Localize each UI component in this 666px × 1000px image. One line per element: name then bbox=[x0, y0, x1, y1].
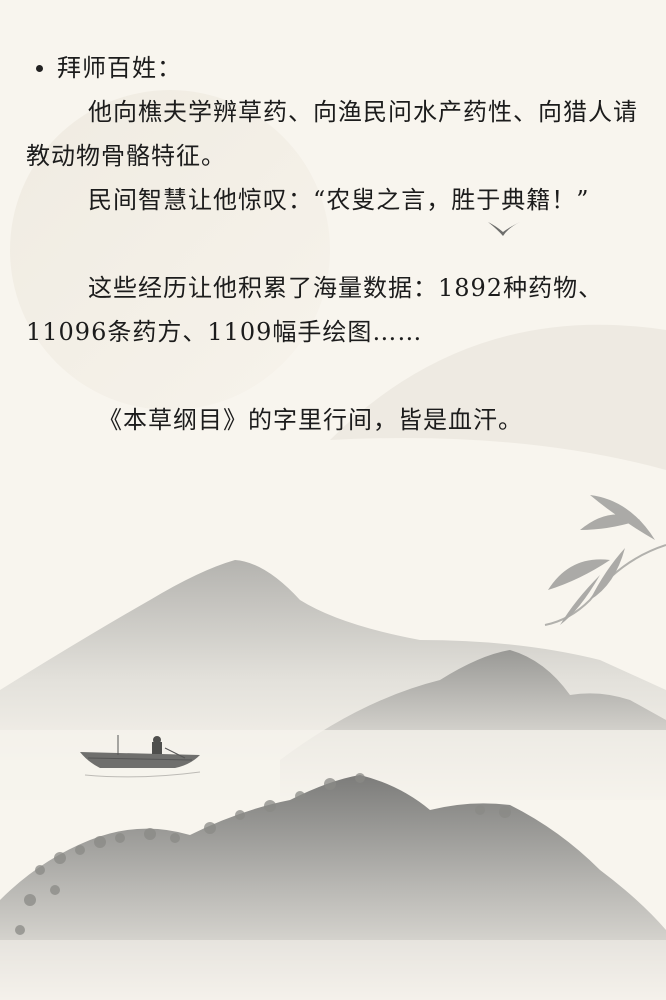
heading-line: 拜师百姓： bbox=[26, 46, 646, 90]
heading: 拜师百姓： bbox=[57, 54, 182, 82]
paragraph-teachers: 他向樵夫学辨草药、向渔民问水产药性、向猎人请教动物骨骼特征。 bbox=[26, 98, 638, 170]
paragraph-wisdom: 民间智慧让他惊叹：“农叟之言，胜于典籍！” bbox=[88, 186, 590, 214]
paragraph-conclusion: 《本草纲目》的字里行间，皆是血汗。 bbox=[98, 406, 523, 434]
paragraph-data: 这些经历让他积累了海量数据：1892种药物、11096条药方、1109幅手绘图…… bbox=[26, 274, 604, 346]
bullet-icon bbox=[36, 64, 43, 72]
text-content: 拜师百姓： 他向樵夫学辨草药、向渔民问水产药性、向猎人请教动物骨骼特征。 民间智… bbox=[26, 46, 646, 442]
ground-mist bbox=[0, 940, 666, 1000]
bamboo-leaves-icon bbox=[544, 495, 666, 626]
